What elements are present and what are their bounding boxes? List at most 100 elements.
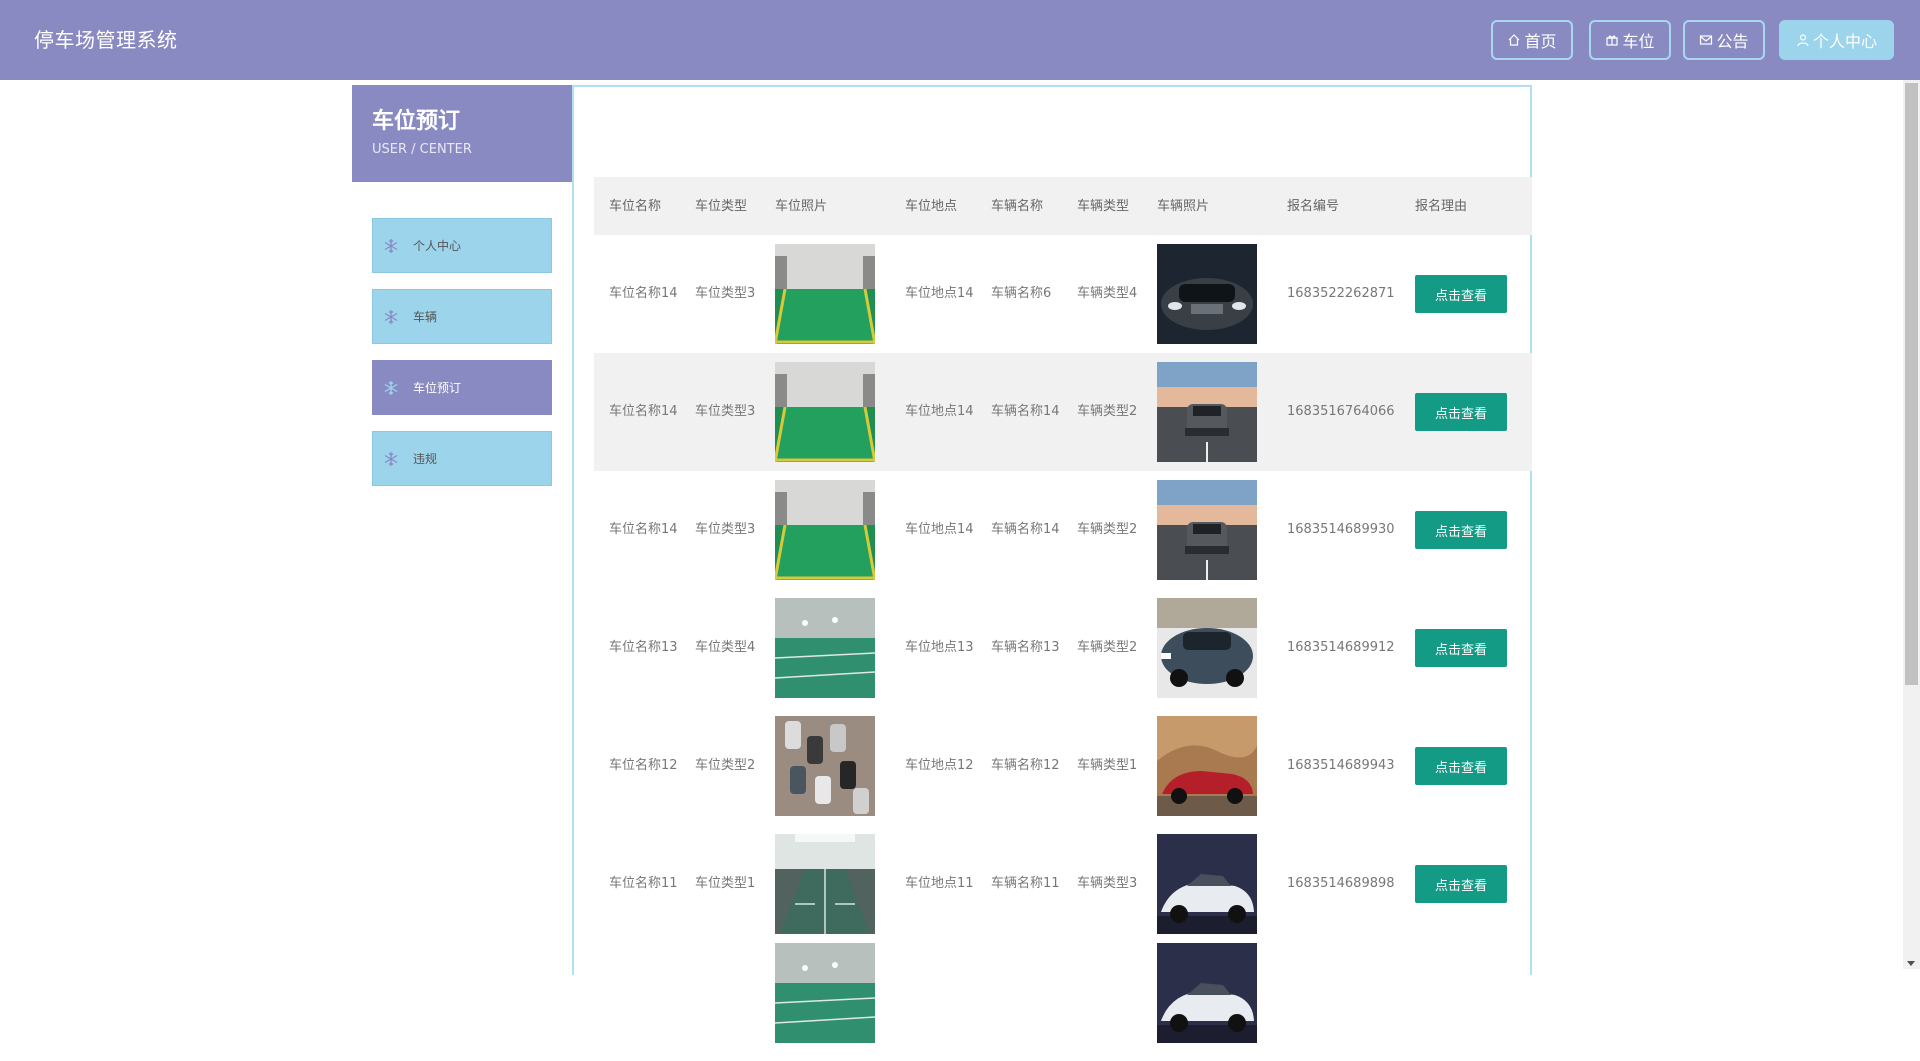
sidebar-title: 车位预订 [372, 109, 461, 134]
nav-parking-button[interactable]: 车位 [1589, 20, 1671, 60]
sidebar-item-label: 车位预订 [413, 381, 462, 395]
car-photo[interactable] [1157, 716, 1257, 816]
car-type-cell: 车辆类型2 [1077, 404, 1138, 419]
spot-type-cell: 车位类型3 [695, 286, 756, 301]
table-row: 车位名称14 车位类型3 车位地点14 车辆名称14 车辆类型2 1683516… [594, 353, 1532, 471]
user-icon [1797, 34, 1809, 47]
snowflake-icon [384, 238, 398, 253]
spot-location-cell: 车位地点14 [905, 286, 974, 301]
car-photo[interactable] [1157, 834, 1257, 934]
sidebar-subtitle: USER / CENTER [372, 142, 472, 157]
spot-type-cell: 车位类型3 [695, 404, 756, 419]
sidebar-item-vehicles[interactable]: 车辆 [372, 289, 552, 344]
col-reg-no: 报名编号 [1287, 198, 1340, 214]
car-type-cell: 车辆类型2 [1077, 522, 1138, 537]
car-photo[interactable] [1157, 943, 1257, 1043]
car-photo-cell [1142, 943, 1272, 1061]
view-button[interactable]: 点击查看 [1415, 747, 1507, 785]
sidebar-item-user-center[interactable]: 个人中心 [372, 218, 552, 273]
table-row: 车位名称13 车位类型4 车位地点13 车辆名称13 车辆类型2 1683514… [594, 589, 1532, 707]
scrollbar-thumb[interactable] [1905, 83, 1918, 685]
car-type-cell: 车辆类型2 [1077, 640, 1138, 655]
gift-icon [1606, 35, 1619, 46]
car-photo[interactable] [1157, 598, 1257, 698]
view-button[interactable]: 点击查看 [1415, 511, 1507, 549]
table-header-row: 车位名称 车位类型 车位照片 车位地点 车辆名称 车辆类型 车辆照片 报名编号 … [594, 177, 1532, 235]
view-button[interactable]: 点击查看 [1415, 393, 1507, 431]
top-header: 停车场管理系统 首页 车位 公告 个人中心 [0, 0, 1920, 80]
col-spot-type: 车位类型 [695, 198, 748, 214]
spot-photo[interactable] [775, 598, 875, 698]
spot-photo[interactable] [775, 244, 875, 344]
table-row-partial [594, 943, 1532, 1061]
col-car-photo: 车辆照片 [1157, 198, 1210, 214]
spot-type-cell: 车位类型2 [695, 758, 756, 773]
col-spot-location: 车位地点 [905, 198, 958, 214]
snowflake-icon [384, 380, 398, 395]
spot-photo[interactable] [775, 480, 875, 580]
col-car-type: 车辆类型 [1077, 198, 1130, 214]
reg-no-cell: 1683514689912 [1287, 640, 1395, 655]
spot-location-cell: 车位地点13 [905, 640, 974, 655]
sidebar-item-label: 违规 [413, 452, 438, 466]
col-car-name: 车辆名称 [991, 198, 1044, 214]
spot-photo-cell [760, 353, 890, 471]
nav-notice-label: 公告 [1716, 32, 1749, 51]
reg-no-cell: 1683516764066 [1287, 404, 1395, 419]
spot-photo[interactable] [775, 834, 875, 934]
view-button[interactable]: 点击查看 [1415, 629, 1507, 667]
scroll-down-arrow-icon[interactable] [1907, 961, 1915, 966]
snowflake-icon [384, 309, 398, 324]
sidebar-item-violations[interactable]: 违规 [372, 431, 552, 486]
car-type-cell: 车辆类型3 [1077, 876, 1138, 891]
mail-icon [1700, 35, 1713, 45]
nav-home-label: 首页 [1524, 32, 1557, 51]
reg-no-cell: 1683514689943 [1287, 758, 1395, 773]
spot-photo-cell [760, 707, 890, 825]
page-scrollbar[interactable] [1903, 80, 1920, 969]
spot-photo-cell [760, 471, 890, 589]
spot-type-cell: 车位类型1 [695, 876, 756, 891]
spot-name-cell: 车位名称14 [609, 522, 678, 537]
view-button[interactable]: 点击查看 [1415, 865, 1507, 903]
reservation-panel: 车位名称 车位类型 车位照片 车位地点 车辆名称 车辆类型 车辆照片 报名编号 … [572, 85, 1532, 975]
car-photo-cell [1142, 707, 1272, 825]
car-type-cell: 车辆类型1 [1077, 758, 1138, 773]
reg-no-cell: 1683522262871 [1287, 286, 1395, 301]
reg-reason-cell: 点击查看 [1400, 589, 1532, 707]
col-spot-name: 车位名称 [609, 198, 662, 214]
car-photo[interactable] [1157, 244, 1257, 344]
car-photo[interactable] [1157, 480, 1257, 580]
nav-user-center-button[interactable]: 个人中心 [1779, 20, 1894, 60]
car-name-cell: 车辆名称11 [991, 876, 1060, 891]
reg-reason-cell: 点击查看 [1400, 353, 1532, 471]
reg-no-cell: 1683514689898 [1287, 876, 1395, 891]
nav-notice-button[interactable]: 公告 [1683, 20, 1765, 60]
reg-reason-cell: 点击查看 [1400, 707, 1532, 825]
spot-type-cell: 车位类型4 [695, 640, 756, 655]
spot-photo[interactable] [775, 362, 875, 462]
spot-name-cell: 车位名称13 [609, 640, 678, 655]
car-type-cell: 车辆类型4 [1077, 286, 1138, 301]
spot-location-cell: 车位地点11 [905, 876, 974, 891]
sidebar-item-label: 车辆 [413, 310, 438, 324]
car-name-cell: 车辆名称6 [991, 286, 1052, 301]
nav-parking-label: 车位 [1622, 32, 1655, 51]
spot-photo[interactable] [775, 943, 875, 1043]
table-row: 车位名称14 车位类型3 车位地点14 车辆名称14 车辆类型2 1683514… [594, 471, 1532, 589]
nav-home-button[interactable]: 首页 [1491, 20, 1573, 60]
spot-photo[interactable] [775, 716, 875, 816]
car-photo-cell [1142, 589, 1272, 707]
reg-reason-cell: 点击查看 [1400, 825, 1532, 943]
view-button[interactable]: 点击查看 [1415, 275, 1507, 313]
reservation-table: 车位名称 车位类型 车位照片 车位地点 车辆名称 车辆类型 车辆照片 报名编号 … [594, 177, 1532, 1061]
reg-reason-cell: 点击查看 [1400, 471, 1532, 589]
sidebar-header: 车位预订 USER / CENTER [352, 85, 572, 182]
car-name-cell: 车辆名称14 [991, 404, 1060, 419]
sidebar-item-reservation[interactable]: 车位预订 [372, 360, 552, 415]
nav-user-center-label: 个人中心 [1812, 32, 1877, 51]
car-name-cell: 车辆名称12 [991, 758, 1060, 773]
car-photo[interactable] [1157, 362, 1257, 462]
spot-location-cell: 车位地点14 [905, 404, 974, 419]
site-brand: 停车场管理系统 [34, 28, 178, 52]
